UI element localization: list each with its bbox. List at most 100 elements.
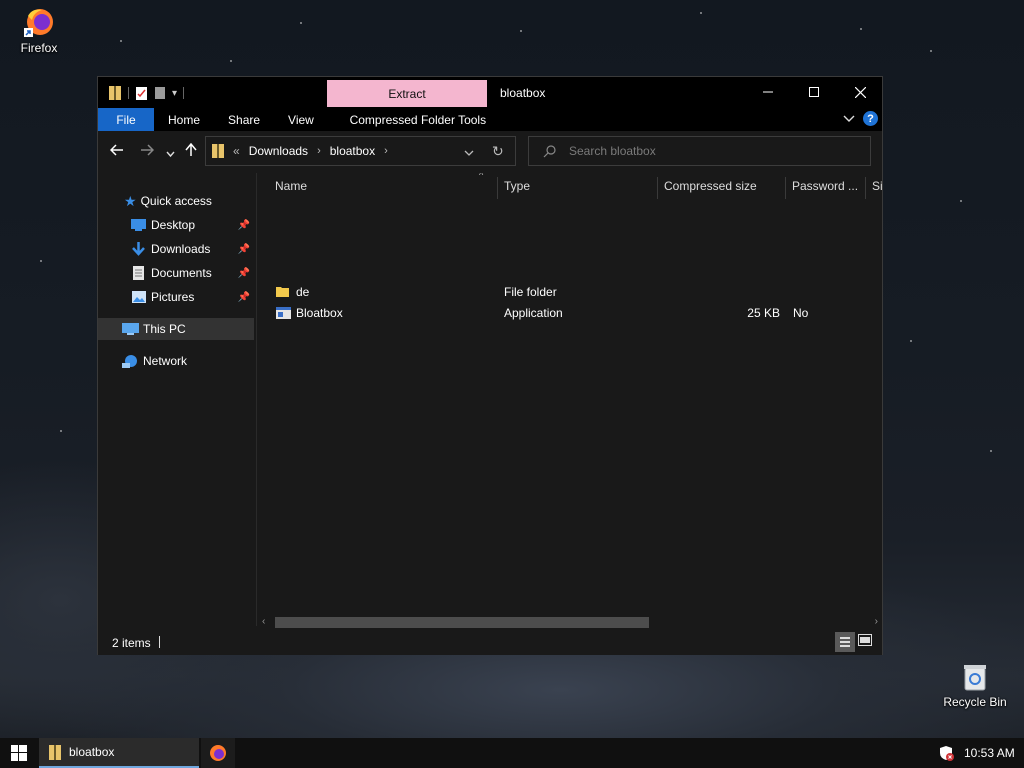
sidebar-item-downloads[interactable]: Downloads 📌 bbox=[98, 238, 254, 260]
close-button[interactable] bbox=[837, 77, 883, 107]
search-box[interactable]: Search bloatbox bbox=[528, 136, 871, 166]
sidebar-item-label: This PC bbox=[143, 322, 186, 336]
column-header-name[interactable]: Name bbox=[269, 173, 497, 199]
pane-divider[interactable] bbox=[256, 173, 257, 626]
new-folder-icon[interactable] bbox=[154, 86, 166, 100]
window-title: bloatbox bbox=[500, 86, 546, 100]
pin-icon[interactable]: 📌 bbox=[238, 268, 250, 279]
zip-folder-icon bbox=[49, 744, 61, 760]
desktop-firefox-label: Firefox bbox=[20, 41, 58, 55]
item-count: 2 items bbox=[112, 636, 151, 650]
star-icon: ★ bbox=[124, 192, 137, 209]
recycle-bin-icon bbox=[964, 665, 986, 691]
maximize-button[interactable] bbox=[791, 77, 837, 107]
sidebar-item-quick-access[interactable]: ★ Quick access bbox=[98, 190, 254, 212]
horizontal-scrollbar[interactable]: ‹ › bbox=[258, 614, 882, 631]
breadcrumb-downloads[interactable]: Downloads bbox=[249, 144, 308, 158]
sidebar-item-pictures[interactable]: Pictures 📌 bbox=[98, 286, 254, 308]
pin-icon[interactable]: 📌 bbox=[238, 292, 250, 303]
expand-ribbon-icon[interactable] bbox=[843, 115, 855, 123]
tab-view[interactable]: View bbox=[274, 108, 328, 131]
forward-arrow-icon[interactable] bbox=[140, 143, 155, 160]
breadcrumb-bloatbox[interactable]: bloatbox bbox=[330, 144, 375, 158]
address-dropdown-icon[interactable] bbox=[464, 146, 474, 160]
column-header-size[interactable]: Si bbox=[866, 173, 882, 199]
column-header-type[interactable]: Type bbox=[498, 173, 658, 199]
pictures-icon bbox=[132, 291, 146, 303]
properties-icon[interactable] bbox=[135, 86, 148, 101]
status-separator bbox=[159, 636, 160, 648]
pin-icon[interactable]: 📌 bbox=[238, 244, 250, 255]
application-icon bbox=[276, 302, 291, 323]
scroll-right-icon[interactable]: › bbox=[875, 616, 878, 627]
navigation-pane: ★ Quick access Desktop 📌 Downloads 📌 Doc… bbox=[98, 173, 256, 626]
up-arrow-icon[interactable] bbox=[185, 142, 197, 161]
toolbar-separator bbox=[183, 87, 185, 99]
desktop-recycle-bin[interactable]: Recycle Bin bbox=[935, 662, 1015, 709]
sidebar-item-label: Downloads bbox=[151, 242, 211, 256]
tab-home[interactable]: Home bbox=[154, 108, 214, 131]
column-header-compressed-size[interactable]: Compressed size bbox=[658, 173, 786, 199]
taskbar: bloatbox 10:53 AM bbox=[0, 738, 1024, 768]
table-row[interactable]: Bloatbox Application 25 KB No bbox=[258, 302, 882, 323]
tab-compressed-folder-tools[interactable]: Compressed Folder Tools bbox=[338, 108, 498, 131]
extract-contextual-tab[interactable]: Extract bbox=[327, 80, 487, 107]
file-list: ^ Name Type Compressed size Password ...… bbox=[258, 173, 882, 614]
firefox-icon bbox=[24, 9, 53, 37]
sidebar-item-this-pc[interactable]: This PC bbox=[98, 318, 254, 340]
sidebar-item-documents[interactable]: Documents 📌 bbox=[98, 262, 254, 284]
breadcrumb-chevron-icon[interactable]: › bbox=[384, 145, 388, 157]
extract-tab-label: Extract bbox=[388, 86, 426, 101]
sidebar-item-label: Documents bbox=[151, 266, 212, 280]
sidebar-item-label: Pictures bbox=[151, 290, 195, 304]
navigation-bar: « Downloads › bloatbox › ↻ Search bloatb… bbox=[98, 131, 882, 173]
windows-logo-icon bbox=[10, 745, 27, 761]
help-icon[interactable]: ? bbox=[863, 111, 878, 126]
large-icons-view-button[interactable] bbox=[858, 634, 872, 649]
customize-toolbar-icon[interactable]: ▾ bbox=[172, 88, 177, 99]
table-row[interactable]: de File folder bbox=[258, 281, 882, 302]
file-compressed-size: 25 KB bbox=[747, 305, 780, 320]
zip-folder-icon[interactable] bbox=[108, 85, 122, 101]
firefox-icon bbox=[210, 745, 226, 761]
clock[interactable]: 10:53 AM bbox=[964, 746, 1015, 760]
ribbon-right-controls: ? bbox=[843, 111, 878, 126]
ribbon-tabs: File Home Share View Compressed Folder T… bbox=[98, 108, 498, 131]
minimize-button[interactable] bbox=[745, 77, 791, 107]
taskbar-app-bloatbox[interactable]: bloatbox bbox=[39, 738, 199, 768]
sidebar-item-label: Quick access bbox=[140, 194, 212, 208]
refresh-icon[interactable]: ↻ bbox=[492, 143, 504, 160]
file-name: Bloatbox bbox=[296, 305, 343, 320]
folder-icon bbox=[276, 281, 290, 302]
details-view-button[interactable] bbox=[835, 632, 855, 652]
zip-folder-icon bbox=[212, 144, 224, 158]
recent-locations-icon[interactable] bbox=[166, 145, 175, 162]
desktop-firefox[interactable]: Firefox bbox=[0, 6, 79, 55]
start-button[interactable] bbox=[0, 738, 37, 768]
sidebar-item-label: Desktop bbox=[151, 218, 196, 232]
sidebar-item-network[interactable]: Network bbox=[98, 350, 254, 372]
search-icon bbox=[543, 144, 556, 157]
tab-file[interactable]: File bbox=[98, 108, 154, 131]
sidebar-item-label: Network bbox=[143, 354, 188, 368]
security-shield-icon[interactable] bbox=[938, 745, 954, 764]
computer-icon bbox=[122, 322, 139, 335]
address-bar[interactable]: « Downloads › bloatbox › ↻ bbox=[205, 136, 516, 166]
sidebar-item-desktop[interactable]: Desktop 📌 bbox=[98, 214, 254, 236]
file-type: File folder bbox=[504, 284, 557, 299]
status-bar: 2 items bbox=[98, 631, 882, 655]
network-icon bbox=[122, 354, 137, 368]
desktop-recycle-bin-label: Recycle Bin bbox=[943, 695, 1007, 709]
scrollbar-thumb[interactable] bbox=[275, 617, 649, 628]
title-bar: ▾ Extract bloatbox File Home Share View … bbox=[98, 77, 882, 131]
toolbar-separator bbox=[128, 87, 129, 99]
desktop-icon bbox=[131, 219, 146, 231]
column-header-password[interactable]: Password ... bbox=[786, 173, 866, 199]
taskbar-app-firefox[interactable] bbox=[201, 738, 235, 768]
back-arrow-icon[interactable] bbox=[109, 143, 124, 160]
tab-share[interactable]: Share bbox=[214, 108, 274, 131]
file-explorer-window: ▾ Extract bloatbox File Home Share View … bbox=[97, 76, 883, 655]
pin-icon[interactable]: 📌 bbox=[238, 220, 250, 231]
scroll-left-icon[interactable]: ‹ bbox=[262, 616, 265, 627]
breadcrumb-overflow[interactable]: « bbox=[233, 144, 240, 158]
